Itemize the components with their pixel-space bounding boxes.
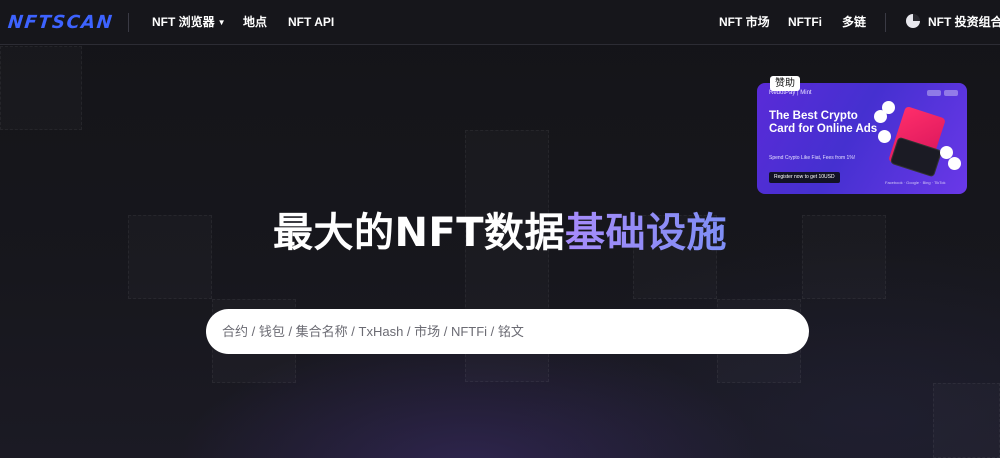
nav-item-locations[interactable]: 地点 bbox=[243, 13, 267, 32]
pie-chart-icon bbox=[906, 14, 920, 28]
ad-social-icon bbox=[948, 157, 961, 170]
ad-subtitle: Spend Crypto Like Fiat, Fees from 1%! bbox=[769, 155, 856, 161]
nav-item-nft-portfolio[interactable]: NFT 投资组合 bbox=[928, 13, 1000, 32]
app-store-icon bbox=[944, 90, 958, 96]
ad-title: The Best Crypto Card for Online Ads bbox=[769, 110, 878, 135]
nav-item-nftfi[interactable]: NFTFi bbox=[788, 13, 822, 32]
hero-headline: 最大的NFT数据基础设施 bbox=[0, 205, 1000, 261]
ad-footer-text: Facebook · Google · Bing · TikTok bbox=[885, 180, 946, 185]
search-input[interactable] bbox=[206, 309, 809, 354]
sponsor-badge: 赞助 bbox=[770, 76, 800, 91]
google-play-icon bbox=[927, 90, 941, 96]
ad-social-icon bbox=[878, 130, 891, 143]
nav-item-nft-market[interactable]: NFT 市场 bbox=[719, 13, 770, 32]
background-tile bbox=[933, 383, 1000, 458]
sponsored-ad-banner[interactable]: RedotPay | Mint The Best Crypto Card for… bbox=[757, 83, 967, 194]
nav-item-multichain[interactable]: 多链 bbox=[842, 13, 866, 32]
nftscan-logo[interactable]: NFTSCAN bbox=[7, 12, 115, 33]
chevron-down-icon: ▼ bbox=[217, 18, 226, 27]
top-navigation: NFTSCAN NFT 浏览器 ▼ 地点 NFT API NFT 市场 NFTFi… bbox=[0, 0, 1000, 45]
nav-divider bbox=[128, 13, 129, 32]
headline-accent: 基础设施 bbox=[565, 210, 728, 256]
nav-item-label: NFT 浏览器 bbox=[152, 15, 215, 29]
nav-item-nft-api[interactable]: NFT API bbox=[288, 13, 334, 32]
headline-primary: 最大的NFT数据 bbox=[272, 210, 566, 256]
background-tile bbox=[0, 46, 82, 130]
nav-item-nft-explorer[interactable]: NFT 浏览器 ▼ bbox=[152, 13, 226, 32]
ad-social-icon bbox=[874, 110, 887, 123]
nav-divider bbox=[885, 13, 886, 32]
ad-cta-button[interactable]: Register now to get 10USD bbox=[769, 172, 840, 183]
